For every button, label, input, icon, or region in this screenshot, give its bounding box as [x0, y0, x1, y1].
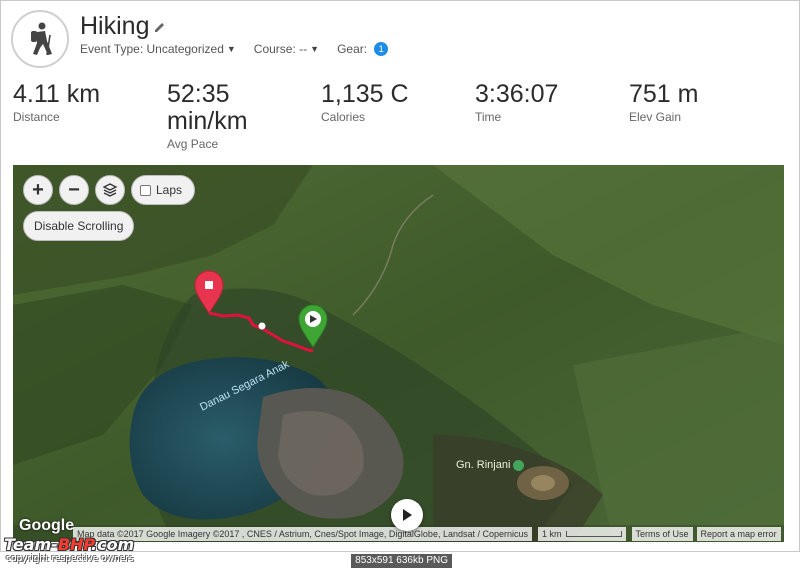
stat-calories: 1,135 C Calories	[321, 80, 409, 125]
stat-avg-pace: 52:35 min/km Avg Pace	[167, 80, 267, 152]
watermark-part: BHP	[57, 535, 91, 554]
stat-value: 4.11 km	[13, 80, 101, 108]
gear-label: Gear:	[337, 42, 368, 56]
stats-row: 4.11 km Distance 52:35 min/km Avg Pace 1…	[13, 80, 793, 152]
layers-button[interactable]	[95, 175, 125, 205]
gear-selector[interactable]: Gear: 1	[337, 42, 389, 56]
map-attribution: Map data ©2017 Google Imagery ©2017 , CN…	[73, 527, 532, 541]
stat-label: Calories	[321, 110, 366, 124]
event-type-label: Event Type: Uncategorized	[80, 42, 224, 56]
stat-distance: 4.11 km Distance	[13, 80, 101, 125]
watermark-part: Team-	[4, 535, 58, 554]
image-info: 853x591 636kb PNG	[351, 554, 452, 568]
stat-time: 3:36:07 Time	[475, 80, 559, 125]
zoom-in-button[interactable]: +	[23, 175, 53, 205]
course-dropdown[interactable]: Course: -- ▼	[254, 42, 319, 56]
course-label: Course: --	[253, 42, 308, 56]
laps-label: Laps	[156, 183, 183, 197]
stat-value: 3:36:07	[475, 80, 559, 108]
route-midpoint-dot	[258, 322, 266, 330]
route-path	[208, 311, 314, 353]
activity-header: Hiking Event Type: Uncategorized ▼ Cours…	[11, 10, 789, 70]
gear-count-badge: 1	[374, 42, 389, 56]
plus-icon: +	[32, 178, 44, 201]
stat-value: 52:35 min/km	[167, 80, 248, 135]
layers-icon	[102, 183, 118, 197]
stat-elev-gain: 751 m Elev Gain	[629, 80, 699, 125]
watermark-logo: Team-BHP.com	[4, 535, 134, 554]
watermark-part: .com	[91, 535, 135, 554]
mountain-icon	[513, 459, 525, 471]
zoom-out-button[interactable]: −	[59, 175, 89, 205]
event-type-dropdown[interactable]: Event Type: Uncategorized ▼	[80, 42, 236, 56]
peak-label: Gn. Rinjani	[456, 459, 525, 471]
hiker-icon	[11, 10, 69, 68]
peak-name: Gn. Rinjani	[456, 459, 511, 471]
google-logo: Google	[19, 517, 75, 534]
start-marker[interactable]	[298, 304, 328, 348]
watermark-subtitle: copyright respective owners	[6, 554, 134, 564]
activity-meta: Event Type: Uncategorized ▼ Course: -- ▼…	[80, 42, 389, 56]
stat-value: 1,135 C	[321, 80, 409, 108]
stat-value: 751 m	[629, 80, 699, 108]
stat-label: Elev Gain	[629, 110, 682, 124]
map-attribution-bar: Map data ©2017 Google Imagery ©2017 , CN…	[73, 527, 784, 541]
laps-toggle[interactable]: Laps	[131, 175, 196, 205]
pencil-icon[interactable]	[153, 20, 167, 34]
scale-bar	[565, 531, 622, 537]
map-scale[interactable]: 1 km	[538, 527, 626, 541]
stat-label: Avg Pace	[167, 137, 219, 151]
play-icon	[403, 509, 412, 521]
stat-label: Distance	[13, 110, 60, 124]
caret-down-icon: ▼	[226, 44, 236, 54]
caret-down-icon: ▼	[310, 44, 320, 54]
minus-icon: −	[68, 178, 80, 201]
disable-scrolling-button[interactable]: Disable Scrolling	[23, 211, 135, 241]
play-button[interactable]	[391, 499, 423, 531]
activity-card: Hiking Event Type: Uncategorized ▼ Cours…	[0, 0, 800, 552]
laps-checkbox[interactable]	[140, 184, 151, 196]
scale-label: 1 km	[542, 529, 562, 539]
finish-marker[interactable]	[194, 270, 224, 314]
stat-label: Time	[475, 110, 502, 124]
report-map-error-link[interactable]: Report a map error	[696, 527, 781, 541]
terms-link[interactable]: Terms of Use	[631, 527, 693, 541]
route-map[interactable]: + − Laps Disable Scrolling Danau Segara …	[13, 165, 784, 542]
activity-title: Hiking	[80, 12, 150, 40]
